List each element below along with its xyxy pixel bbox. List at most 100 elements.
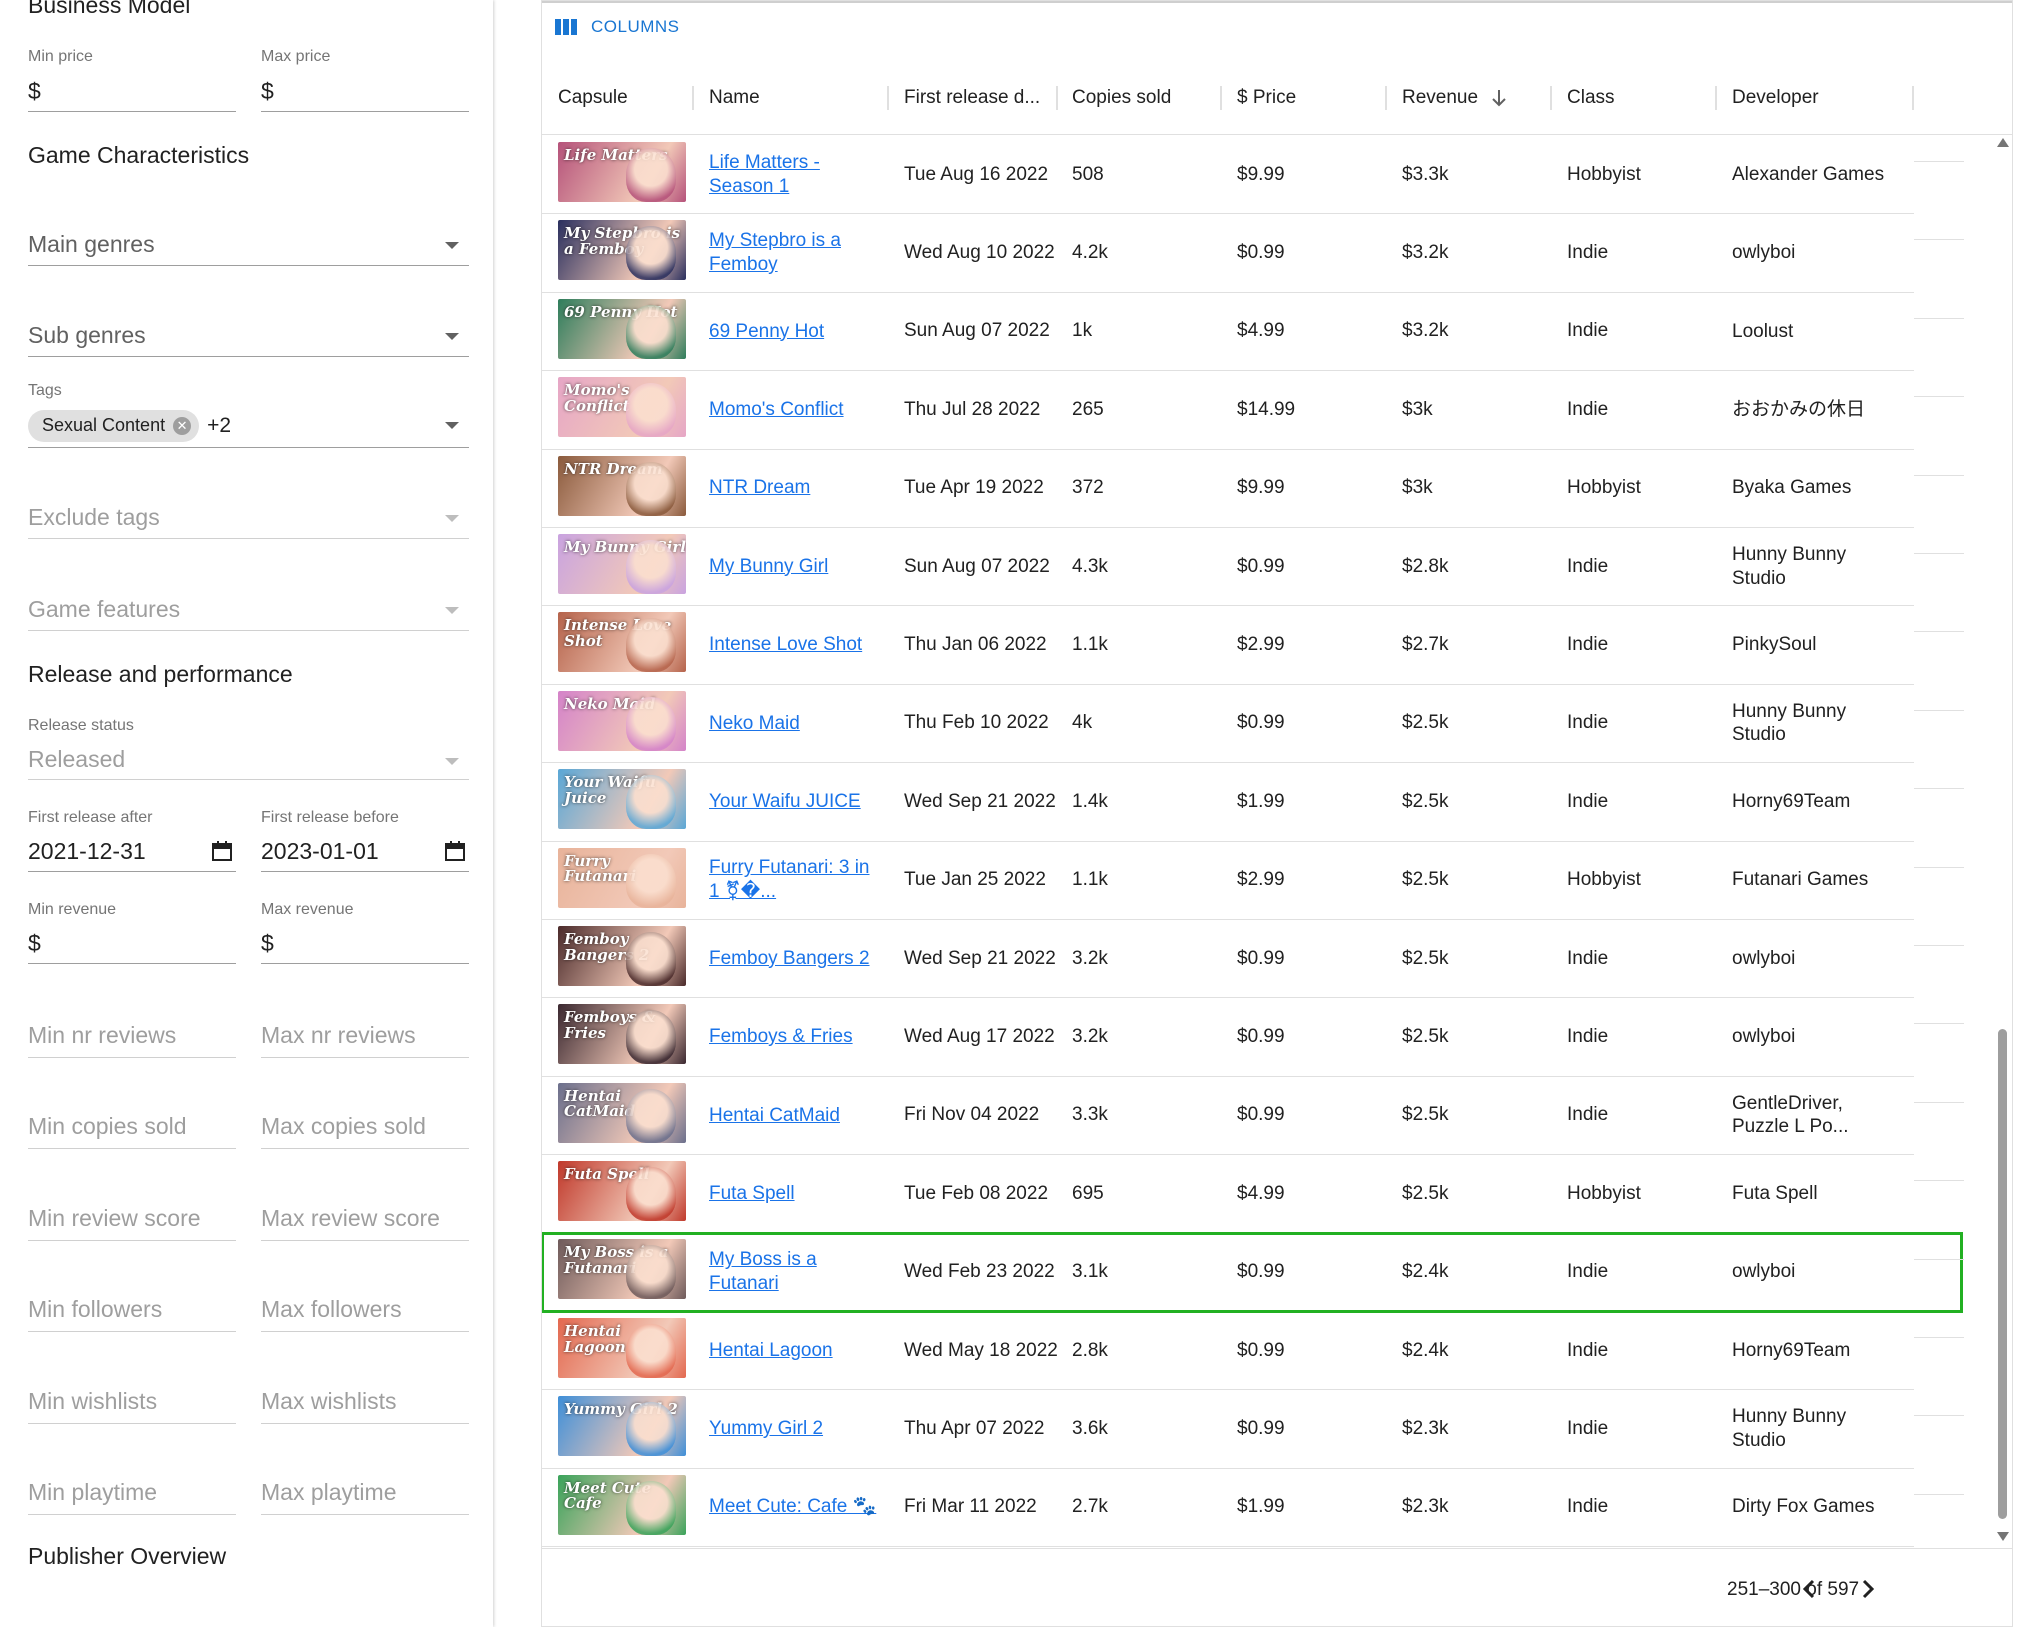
columns-button[interactable]: COLUMNS (555, 17, 680, 37)
table-row[interactable]: Neko Maid Neko Maid Thu Feb 10 2022 4k $… (542, 685, 1914, 764)
table-row[interactable]: My Bunny Girl My Bunny Girl Sun Aug 07 2… (542, 528, 1914, 607)
game-features-select[interactable]: Game features (28, 589, 469, 631)
scroll-up-icon[interactable] (1997, 138, 2009, 147)
table-row[interactable]: Intense Love Shot Intense Love Shot Thu … (542, 606, 1914, 685)
capsule-image[interactable]: Hentai Lagoon (558, 1317, 686, 1378)
vertical-scrollbar[interactable] (1994, 136, 2010, 1546)
min-price-input[interactable]: $ (28, 72, 236, 112)
capsule-image[interactable]: 69 Penny Hot (558, 298, 686, 359)
max-copies-input[interactable]: Max copies sold (261, 1105, 469, 1149)
game-name-link[interactable]: Intense Love Shot (709, 633, 862, 657)
capsule-image[interactable]: Furry Futanari (558, 847, 686, 908)
game-name-link[interactable]: NTR Dream (709, 476, 810, 500)
game-name-link[interactable]: Meet Cute: Cafe 🐾 (709, 1495, 876, 1519)
header-price[interactable]: $ Price (1237, 61, 1296, 135)
first-release-before-input[interactable]: 2023-01-01 (261, 832, 469, 872)
game-name-link[interactable]: Hentai Lagoon (709, 1339, 833, 1363)
table-row[interactable]: Hentai Lagoon Hentai Lagoon Wed May 18 2… (542, 1312, 1914, 1391)
table-row[interactable]: Yummy Girl 2 Yummy Girl 2 Thu Apr 07 202… (542, 1390, 1914, 1469)
header-capsule[interactable]: Capsule (558, 61, 628, 135)
min-reviews-input[interactable]: Min nr reviews (28, 1014, 236, 1058)
copies-sold: 372 (1072, 477, 1104, 499)
capsule-image[interactable]: Femboy Bangers 2 (558, 925, 686, 986)
max-followers-input[interactable]: Max followers (261, 1288, 469, 1332)
sub-genres-select[interactable]: Sub genres (28, 315, 469, 357)
table-row[interactable]: My Stepbro is a Femboy My Stepbro is a F… (542, 214, 1914, 293)
capsule-image[interactable]: My Boss is a Futanari (558, 1239, 686, 1300)
scroll-down-icon[interactable] (1997, 1532, 2009, 1541)
table-row[interactable]: Femboys & Fries Femboys & Fries Wed Aug … (542, 998, 1914, 1077)
max-price-input[interactable]: $ (261, 72, 469, 112)
header-copies-sold[interactable]: Copies sold (1072, 61, 1171, 135)
game-name-link[interactable]: Futa Spell (709, 1182, 795, 1206)
first-release-after-input[interactable]: 2021-12-31 (28, 832, 236, 872)
max-review-score-input[interactable]: Max review score (261, 1197, 469, 1241)
game-name-link[interactable]: Hentai CatMaid (709, 1104, 840, 1128)
table-row[interactable]: Femboy Bangers 2 Femboy Bangers 2 Wed Se… (542, 920, 1914, 999)
calendar-icon[interactable] (212, 841, 232, 861)
exclude-tags-select[interactable]: Exclude tags (28, 497, 469, 539)
header-revenue[interactable]: Revenue (1402, 61, 1508, 135)
capsule-image[interactable]: Femboys & Fries (558, 1004, 686, 1065)
table-row[interactable]: Hentai CatMaid Hentai CatMaid Fri Nov 04… (542, 1077, 1914, 1156)
game-name-link[interactable]: Life Matters - Season 1 (709, 151, 879, 199)
capsule-image[interactable]: Futa Spell (558, 1161, 686, 1222)
scroll-thumb[interactable] (1998, 1029, 2007, 1519)
game-name-link[interactable]: Femboy Bangers 2 (709, 947, 870, 971)
tags-select[interactable]: Sexual Content ✕ +2 (28, 404, 469, 448)
game-name-link[interactable]: Your Waifu JUICE (709, 790, 861, 814)
table-row[interactable]: Furry Futanari Furry Futanari: 3 in 1 ⚧�… (542, 842, 1914, 920)
tag-chip[interactable]: Sexual Content ✕ (28, 409, 200, 442)
min-revenue-input[interactable]: $ (28, 924, 236, 964)
max-reviews-input[interactable]: Max nr reviews (261, 1014, 469, 1058)
main-genres-select[interactable]: Main genres (28, 224, 469, 266)
capsule-art (626, 148, 676, 202)
game-name-link[interactable]: Furry Futanari: 3 in 1 ⚧�... (709, 856, 879, 904)
game-name-link[interactable]: My Stepbro is a Femboy (709, 229, 879, 277)
chip-remove-icon[interactable]: ✕ (173, 416, 192, 435)
min-review-score-input[interactable]: Min review score (28, 1197, 236, 1241)
game-name-link[interactable]: My Boss is a Futanari (709, 1248, 879, 1296)
header-class[interactable]: Class (1567, 61, 1615, 135)
capsule-image[interactable]: Life Matters (558, 142, 686, 202)
capsule-image[interactable]: NTR Dream (558, 455, 686, 516)
capsule-image[interactable]: Neko Maid (558, 690, 686, 751)
min-wishlists-input[interactable]: Min wishlists (28, 1380, 236, 1424)
next-page-button[interactable] (1849, 1571, 1885, 1607)
calendar-icon[interactable] (445, 841, 465, 861)
game-name-link[interactable]: Momo's Conflict (709, 398, 844, 422)
max-playtime-input[interactable]: Max playtime (261, 1471, 469, 1515)
header-name[interactable]: Name (709, 61, 760, 135)
game-name-link[interactable]: Femboys & Fries (709, 1025, 853, 1049)
capsule-image[interactable]: My Bunny Girl (558, 533, 686, 594)
table-row[interactable]: Futa Spell Futa Spell Tue Feb 08 2022 69… (542, 1155, 1914, 1234)
game-name-link[interactable]: Neko Maid (709, 712, 800, 736)
table-row[interactable]: Life Matters Life Matters - Season 1 Tue… (542, 136, 1914, 215)
game-name-link[interactable]: Yummy Girl 2 (709, 1417, 823, 1441)
table-row[interactable]: My Boss is a Futanari My Boss is a Futan… (542, 1232, 1963, 1313)
capsule-image[interactable]: Momo's Conflict (558, 377, 686, 438)
header-developer[interactable]: Developer (1732, 61, 1819, 135)
capsule-image[interactable]: Meet Cute Cafe (558, 1474, 686, 1535)
capsule-image[interactable]: Intense Love Shot (558, 612, 686, 673)
max-revenue-input[interactable]: $ (261, 924, 469, 964)
max-wishlists-input[interactable]: Max wishlists (261, 1380, 469, 1424)
table-row[interactable]: Meet Cute Cafe Meet Cute: Cafe 🐾 Fri Mar… (542, 1469, 1914, 1548)
release-status-select[interactable]: Released (28, 740, 469, 780)
capsule-image[interactable]: Yummy Girl 2 (558, 1396, 686, 1457)
game-name-link[interactable]: My Bunny Girl (709, 555, 828, 579)
min-followers-input[interactable]: Min followers (28, 1288, 236, 1332)
capsule-image[interactable]: Your Waifu Juice (558, 769, 686, 830)
game-name-link[interactable]: 69 Penny Hot (709, 320, 824, 344)
table-row[interactable]: 69 Penny Hot 69 Penny Hot Sun Aug 07 202… (542, 293, 1914, 372)
sort-descending-icon[interactable] (1490, 88, 1508, 108)
capsule-image[interactable]: My Stepbro is a Femboy (558, 220, 686, 281)
table-row[interactable]: Your Waifu Juice Your Waifu JUICE Wed Se… (542, 763, 1914, 842)
capsule-image[interactable]: Hentai CatMaid (558, 1082, 686, 1143)
header-first-release[interactable]: First release d... (904, 61, 1040, 135)
table-row[interactable]: NTR Dream NTR Dream Tue Apr 19 2022 372 … (542, 450, 1914, 528)
previous-page-button[interactable] (1792, 1571, 1828, 1607)
min-playtime-input[interactable]: Min playtime (28, 1471, 236, 1515)
table-row[interactable]: Momo's Conflict Momo's Conflict Thu Jul … (542, 371, 1914, 450)
min-copies-input[interactable]: Min copies sold (28, 1105, 236, 1149)
